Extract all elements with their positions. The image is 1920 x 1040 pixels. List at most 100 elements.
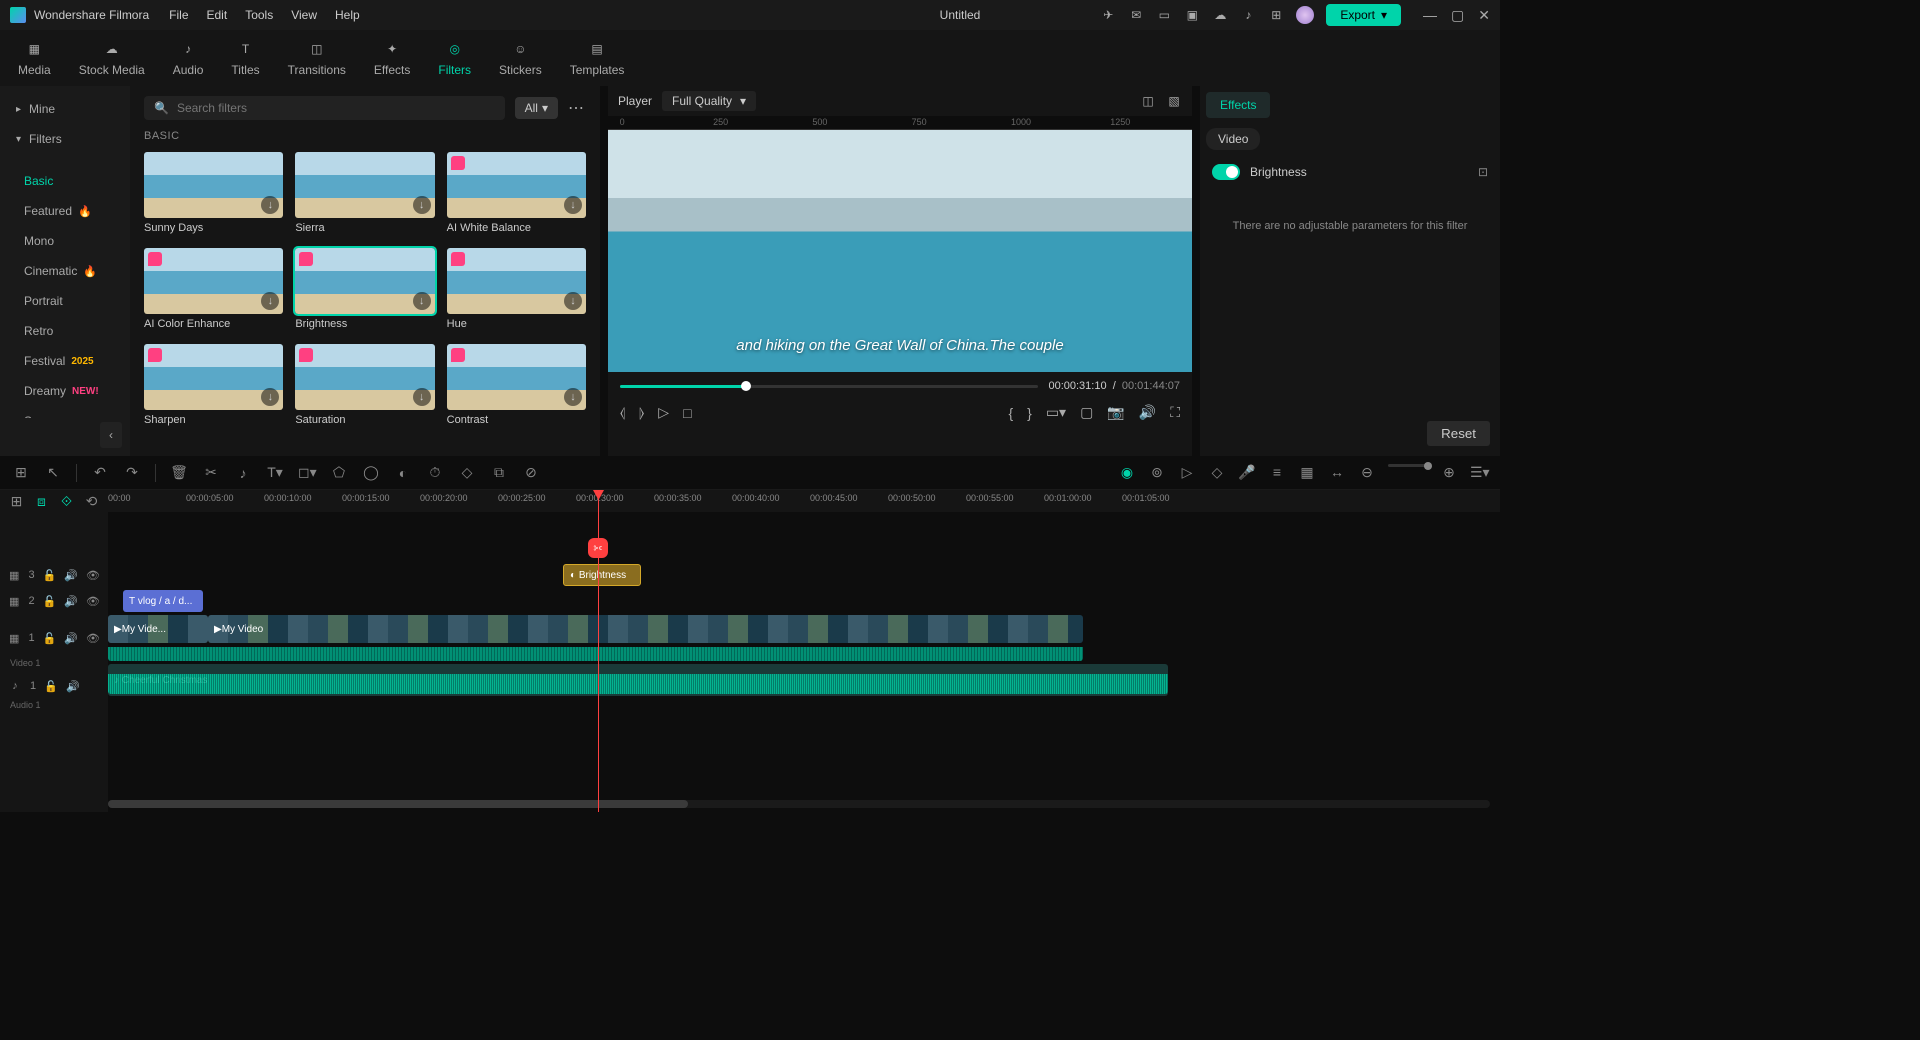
mixer-button[interactable]: ≡ bbox=[1268, 464, 1286, 481]
aspect-dropdown[interactable]: ▭▾ bbox=[1046, 404, 1066, 421]
filter-thumb[interactable]: ↓ bbox=[144, 248, 283, 314]
sync-icon[interactable]: ⟲ bbox=[83, 493, 100, 510]
sidebar-cat-cinematic[interactable]: Cinematic 🔥 bbox=[0, 256, 130, 286]
monitor-icon[interactable]: ▭ bbox=[1156, 7, 1172, 23]
more-options-button[interactable]: ⋯ bbox=[568, 98, 586, 118]
track-head-2[interactable]: ▦2🔓🔊👁 bbox=[0, 588, 108, 614]
export-button[interactable]: Export▾ bbox=[1326, 4, 1401, 26]
mute-icon[interactable]: 🔊 bbox=[66, 680, 80, 693]
camera-icon[interactable]: 📷 bbox=[1107, 404, 1124, 421]
fit-button[interactable]: ↔ bbox=[1328, 464, 1346, 481]
effect-settings-icon[interactable]: ⊡ bbox=[1478, 165, 1488, 179]
sidebar-mine[interactable]: ▸Mine bbox=[0, 94, 130, 124]
track-head-audio[interactable]: ♪1🔓🔊 bbox=[0, 668, 108, 704]
sidebar-filters[interactable]: ▾Filters bbox=[0, 124, 130, 154]
redo-button[interactable]: ↷ bbox=[123, 464, 141, 481]
audio-clip[interactable]: ♪ Cheerful Christmas bbox=[108, 664, 1168, 696]
cursor-icon[interactable]: ↖ bbox=[44, 464, 62, 481]
filter-thumb[interactable]: ↓ bbox=[144, 152, 283, 218]
filter-brightness[interactable]: ↓Brightness bbox=[295, 248, 434, 330]
tab-filters[interactable]: ◎Filters bbox=[438, 39, 471, 77]
filter-thumb[interactable]: ↓ bbox=[447, 248, 586, 314]
zoom-out-button[interactable]: ⊖ bbox=[1358, 464, 1376, 481]
filter-thumb[interactable]: ↓ bbox=[447, 152, 586, 218]
download-icon[interactable]: ↓ bbox=[564, 292, 582, 310]
auto-ripple-icon[interactable]: ◉ bbox=[1118, 464, 1136, 481]
undo-button[interactable]: ↶ bbox=[91, 464, 109, 481]
magnet-icon[interactable]: ⧈ bbox=[33, 493, 50, 510]
play-button[interactable]: ▷ bbox=[658, 404, 669, 421]
tab-stickers[interactable]: ☺Stickers bbox=[499, 39, 542, 77]
filter-sierra[interactable]: ↓Sierra bbox=[295, 152, 434, 234]
filter-thumb[interactable]: ↓ bbox=[295, 344, 434, 410]
view-options-button[interactable]: ☰▾ bbox=[1470, 464, 1488, 481]
filter-saturation[interactable]: ↓Saturation bbox=[295, 344, 434, 426]
quality-dropdown[interactable]: Full Quality▾ bbox=[662, 91, 756, 111]
menu-edit[interactable]: Edit bbox=[207, 8, 228, 22]
track-2[interactable]: T vlog / a / d... bbox=[108, 588, 1500, 614]
eye-icon[interactable]: 👁 bbox=[86, 632, 100, 645]
speed-button[interactable]: ⏱ bbox=[426, 464, 444, 481]
group-button[interactable]: ⧉ bbox=[490, 464, 508, 481]
sidebar-cat-basic[interactable]: Basic bbox=[0, 166, 130, 196]
split-button[interactable]: ✂ bbox=[202, 464, 220, 481]
mute-icon[interactable]: 🔊 bbox=[64, 595, 78, 608]
download-icon[interactable]: ↓ bbox=[261, 292, 279, 310]
menu-file[interactable]: File bbox=[169, 8, 188, 22]
tab-transitions[interactable]: ◫Transitions bbox=[288, 39, 346, 77]
download-icon[interactable]: ↓ bbox=[261, 388, 279, 406]
layers-icon[interactable]: ▣ bbox=[1184, 7, 1200, 23]
download-icon[interactable]: ↓ bbox=[564, 196, 582, 214]
effects-tab[interactable]: Effects bbox=[1206, 92, 1270, 118]
tab-templates[interactable]: ▤Templates bbox=[570, 39, 625, 77]
track-3[interactable]: ◐ Brightness bbox=[108, 562, 1500, 588]
tab-audio[interactable]: ♪Audio bbox=[173, 39, 204, 77]
search-input[interactable] bbox=[177, 101, 495, 115]
cloud-icon[interactable]: ☁ bbox=[1212, 7, 1228, 23]
send-icon[interactable]: ✈ bbox=[1100, 7, 1116, 23]
filter-clip[interactable]: ◐ Brightness bbox=[563, 564, 641, 586]
user-avatar[interactable] bbox=[1296, 6, 1314, 24]
next-frame-button[interactable]: ⦊ bbox=[639, 404, 644, 421]
mic-button[interactable]: 🎤 bbox=[1238, 464, 1256, 481]
reset-button[interactable]: Reset bbox=[1427, 421, 1490, 446]
shape-button[interactable]: ⬠ bbox=[330, 464, 348, 481]
sidebar-cat-mono[interactable]: Mono bbox=[0, 226, 130, 256]
tab-effects[interactable]: ✦Effects bbox=[374, 39, 410, 77]
filter-ai-white-balance[interactable]: ↓AI White Balance bbox=[447, 152, 586, 234]
scrub-bar[interactable] bbox=[620, 385, 1038, 388]
video-clip-2[interactable]: ▶ My Video bbox=[208, 615, 1083, 643]
mask-button[interactable]: ◯ bbox=[362, 464, 380, 481]
sidebar-cat-retro[interactable]: Retro bbox=[0, 316, 130, 346]
lock-icon[interactable]: 🔓 bbox=[43, 595, 57, 608]
audio-track[interactable]: ♪ Cheerful Christmas bbox=[108, 662, 1500, 698]
scrub-handle[interactable] bbox=[741, 381, 751, 391]
mute-icon[interactable]: 🔊 bbox=[64, 632, 78, 645]
track-head-1[interactable]: ▦1🔓🔊👁 bbox=[0, 614, 108, 662]
download-icon[interactable]: ↓ bbox=[413, 196, 431, 214]
zoom-slider[interactable] bbox=[1388, 464, 1428, 467]
snapshot-icon[interactable]: ▧ bbox=[1166, 93, 1182, 109]
playhead[interactable] bbox=[598, 490, 599, 812]
filter-sharpen[interactable]: ↓Sharpen bbox=[144, 344, 283, 426]
eye-icon[interactable]: 👁 bbox=[86, 569, 100, 582]
filter-contrast[interactable]: ↓Contrast bbox=[447, 344, 586, 426]
crop-button[interactable]: ◻▾ bbox=[298, 464, 316, 481]
track-manage-icon[interactable]: ⊞ bbox=[8, 493, 25, 510]
grid-icon[interactable]: ⊞ bbox=[12, 464, 30, 481]
timeline-scrollbar[interactable] bbox=[108, 800, 1490, 808]
sidebar-cat-dreamy[interactable]: Dreamy NEW! bbox=[0, 376, 130, 406]
close-button[interactable]: ✕ bbox=[1478, 7, 1490, 24]
filter-hue[interactable]: ↓Hue bbox=[447, 248, 586, 330]
video-clip-1[interactable]: ▶ My Vide... bbox=[108, 615, 208, 643]
minimize-button[interactable]: — bbox=[1423, 7, 1437, 24]
lock-icon[interactable]: 🔓 bbox=[44, 680, 58, 693]
marker-button[interactable]: ◇ bbox=[1208, 464, 1226, 481]
menu-view[interactable]: View bbox=[291, 8, 317, 22]
filter-ai-color-enhance[interactable]: ↓AI Color Enhance bbox=[144, 248, 283, 330]
text-button[interactable]: T▾ bbox=[266, 464, 284, 481]
text-clip[interactable]: T vlog / a / d... bbox=[123, 590, 203, 612]
render-button[interactable]: ▷ bbox=[1178, 464, 1196, 481]
compare-view-icon[interactable]: ◫ bbox=[1140, 93, 1156, 109]
track-1[interactable]: ▶ My Vide... ▶ My Video bbox=[108, 614, 1500, 662]
